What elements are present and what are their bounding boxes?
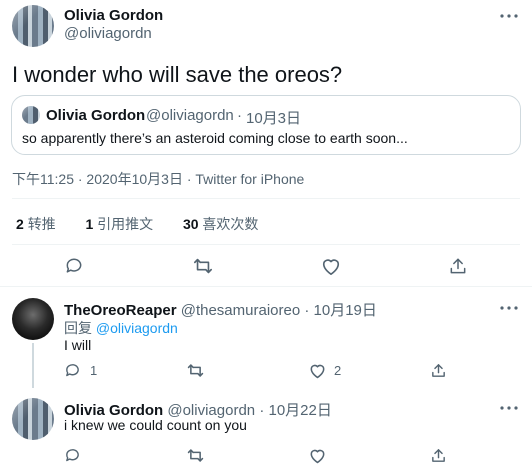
author-handle[interactable]: @oliviagordn (64, 25, 152, 42)
likes-stat[interactable]: 30 喜欢次数 (183, 216, 258, 232)
retweets-label: 转推 (27, 216, 56, 232)
more-icon[interactable] (498, 11, 520, 21)
quotes-label: 引用推文 (97, 216, 154, 232)
tweet-text: I wonder who will save the oreos? (12, 62, 343, 87)
separator: · (259, 402, 265, 419)
quoted-avatar (22, 106, 40, 124)
retweets-stat[interactable]: 2 转推 (16, 216, 60, 232)
share-icon[interactable] (430, 447, 447, 464)
share-icon[interactable] (430, 362, 447, 379)
quoted-author-name: Olivia Gordon (46, 107, 146, 124)
reply-icon[interactable] (64, 256, 84, 276)
retweets-count: 2 (16, 216, 24, 232)
reply-date[interactable]: 10月19日 (314, 302, 377, 319)
reply-count: 1 (90, 363, 98, 378)
divider (12, 198, 520, 199)
avatar[interactable] (12, 398, 54, 440)
replying-to: 回复 @oliviagordn (64, 318, 178, 338)
replying-prefix: 回复 (64, 320, 92, 336)
more-icon[interactable] (498, 303, 520, 313)
retweet-icon[interactable] (186, 362, 205, 379)
likes-count: 30 (182, 216, 199, 232)
like-icon[interactable] (320, 256, 342, 276)
reply-text: I will (64, 337, 92, 353)
retweet-icon[interactable] (186, 447, 205, 464)
thread-line (32, 343, 34, 388)
avatar[interactable] (12, 5, 54, 47)
avatar[interactable] (12, 298, 54, 340)
reply-text: i knew we could count on you (64, 417, 247, 433)
reply-header: TheOreoReaper @thesamuraioreo · 10月19日 (64, 299, 377, 320)
share-icon[interactable] (448, 256, 468, 276)
like-icon[interactable] (308, 362, 327, 379)
quoted-separator: · (237, 107, 242, 124)
like-count: 2 (334, 363, 342, 378)
likes-label: 喜欢次数 (202, 216, 259, 232)
quoted-author-handle: @oliviagordn (146, 107, 234, 124)
author-name[interactable]: Olivia Gordon (64, 7, 163, 24)
reply-icon[interactable] (64, 447, 81, 464)
like-icon[interactable] (308, 447, 327, 464)
tweet-meta[interactable]: 下午11:25 · 2020年10月3日 · Twitter for iPhon… (12, 169, 304, 189)
reply-icon[interactable] (64, 362, 81, 379)
divider (12, 244, 520, 245)
retweet-icon[interactable] (192, 256, 214, 276)
reply-date[interactable]: 10月22日 (268, 402, 331, 419)
quotes-stat[interactable]: 1 引用推文 (85, 216, 157, 232)
replying-to-handle[interactable]: @oliviagordn (96, 320, 178, 336)
author-handle[interactable]: @thesamuraioreo (181, 302, 300, 319)
divider (0, 286, 532, 287)
quoted-text: so apparently there’s an asteroid coming… (22, 130, 408, 146)
quoted-date: 10月3日 (246, 110, 302, 127)
quotes-count: 1 (85, 216, 94, 232)
quoted-tweet[interactable]: Olivia Gordon @oliviagordn · 10月3日 so ap… (11, 95, 521, 155)
stats-row: 2 转推 1 引用推文 30 喜欢次数 (16, 214, 258, 234)
author-name[interactable]: TheOreoReaper (64, 302, 177, 319)
more-icon[interactable] (498, 403, 520, 413)
separator: · (304, 302, 310, 319)
